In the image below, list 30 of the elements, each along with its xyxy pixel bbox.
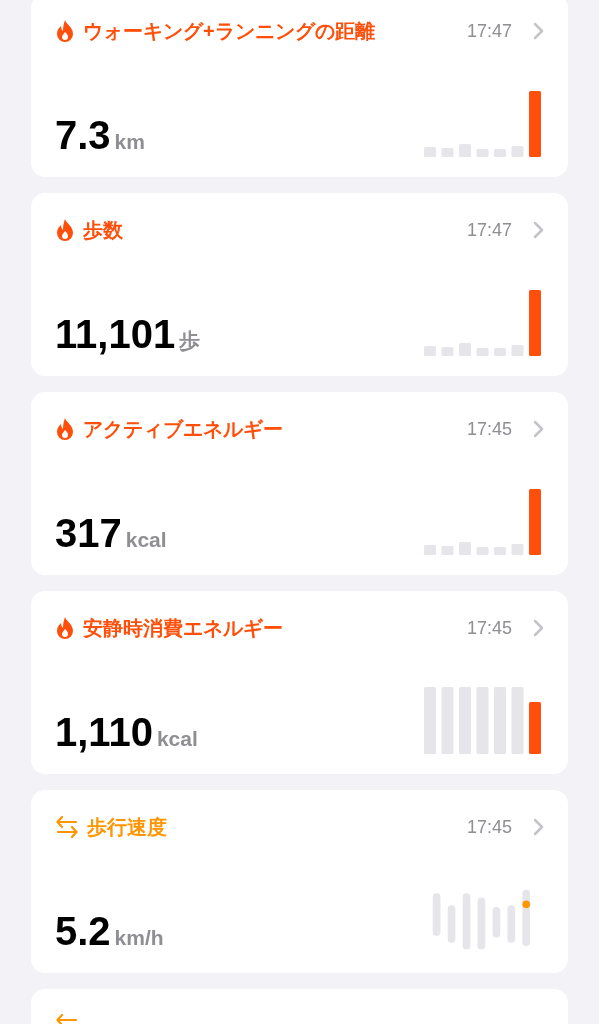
chevron-icon (532, 22, 544, 40)
metric-value: 1,110 (55, 711, 153, 752)
time-label: 17:47 (466, 218, 512, 242)
unit-label: kcal (125, 526, 167, 553)
metric-value: 317 (55, 512, 122, 553)
unit-label: km (114, 128, 145, 155)
chevron-icon (532, 619, 544, 637)
unit-label: km/h (114, 924, 164, 951)
card-title: 歩行速度 (87, 815, 167, 840)
metric-card[interactable]: ウォーキング+ランニングの距離 17:47 7.3 km (31, 0, 568, 177)
metric-value: 5.2 (55, 910, 111, 951)
chevron-icon (532, 420, 544, 438)
card-title: アクティブエネルギー (83, 417, 283, 442)
time-label: 17:45 (466, 616, 512, 640)
metric-card[interactable]: 歩数 17:47 11,101 歩 (31, 193, 568, 376)
time-label: 17:45 (466, 815, 512, 839)
metric-value: 11,101 (55, 313, 176, 354)
unit-label: kcal (156, 725, 198, 752)
time-label: 17:45 (466, 417, 512, 441)
metric-card[interactable]: 安静時消費エネルギー 17:45 1,110 kcal (31, 591, 568, 774)
metric-value: 7.3 (55, 114, 111, 155)
card-title: 安静時消費エネルギー (83, 616, 283, 641)
card-title: 歩数 (83, 218, 123, 243)
unit-label: 歩 (179, 327, 201, 354)
card-title: ウォーキング+ランニングの距離 (83, 19, 375, 44)
chevron-icon (532, 818, 544, 836)
metric-card[interactable]: 歩行速度 17:45 5.2 km/h (31, 790, 568, 973)
time-label: 17:47 (466, 19, 512, 43)
chevron-icon (532, 221, 544, 239)
metric-card[interactable]: アクティブエネルギー 17:45 317 kcal (31, 392, 568, 575)
